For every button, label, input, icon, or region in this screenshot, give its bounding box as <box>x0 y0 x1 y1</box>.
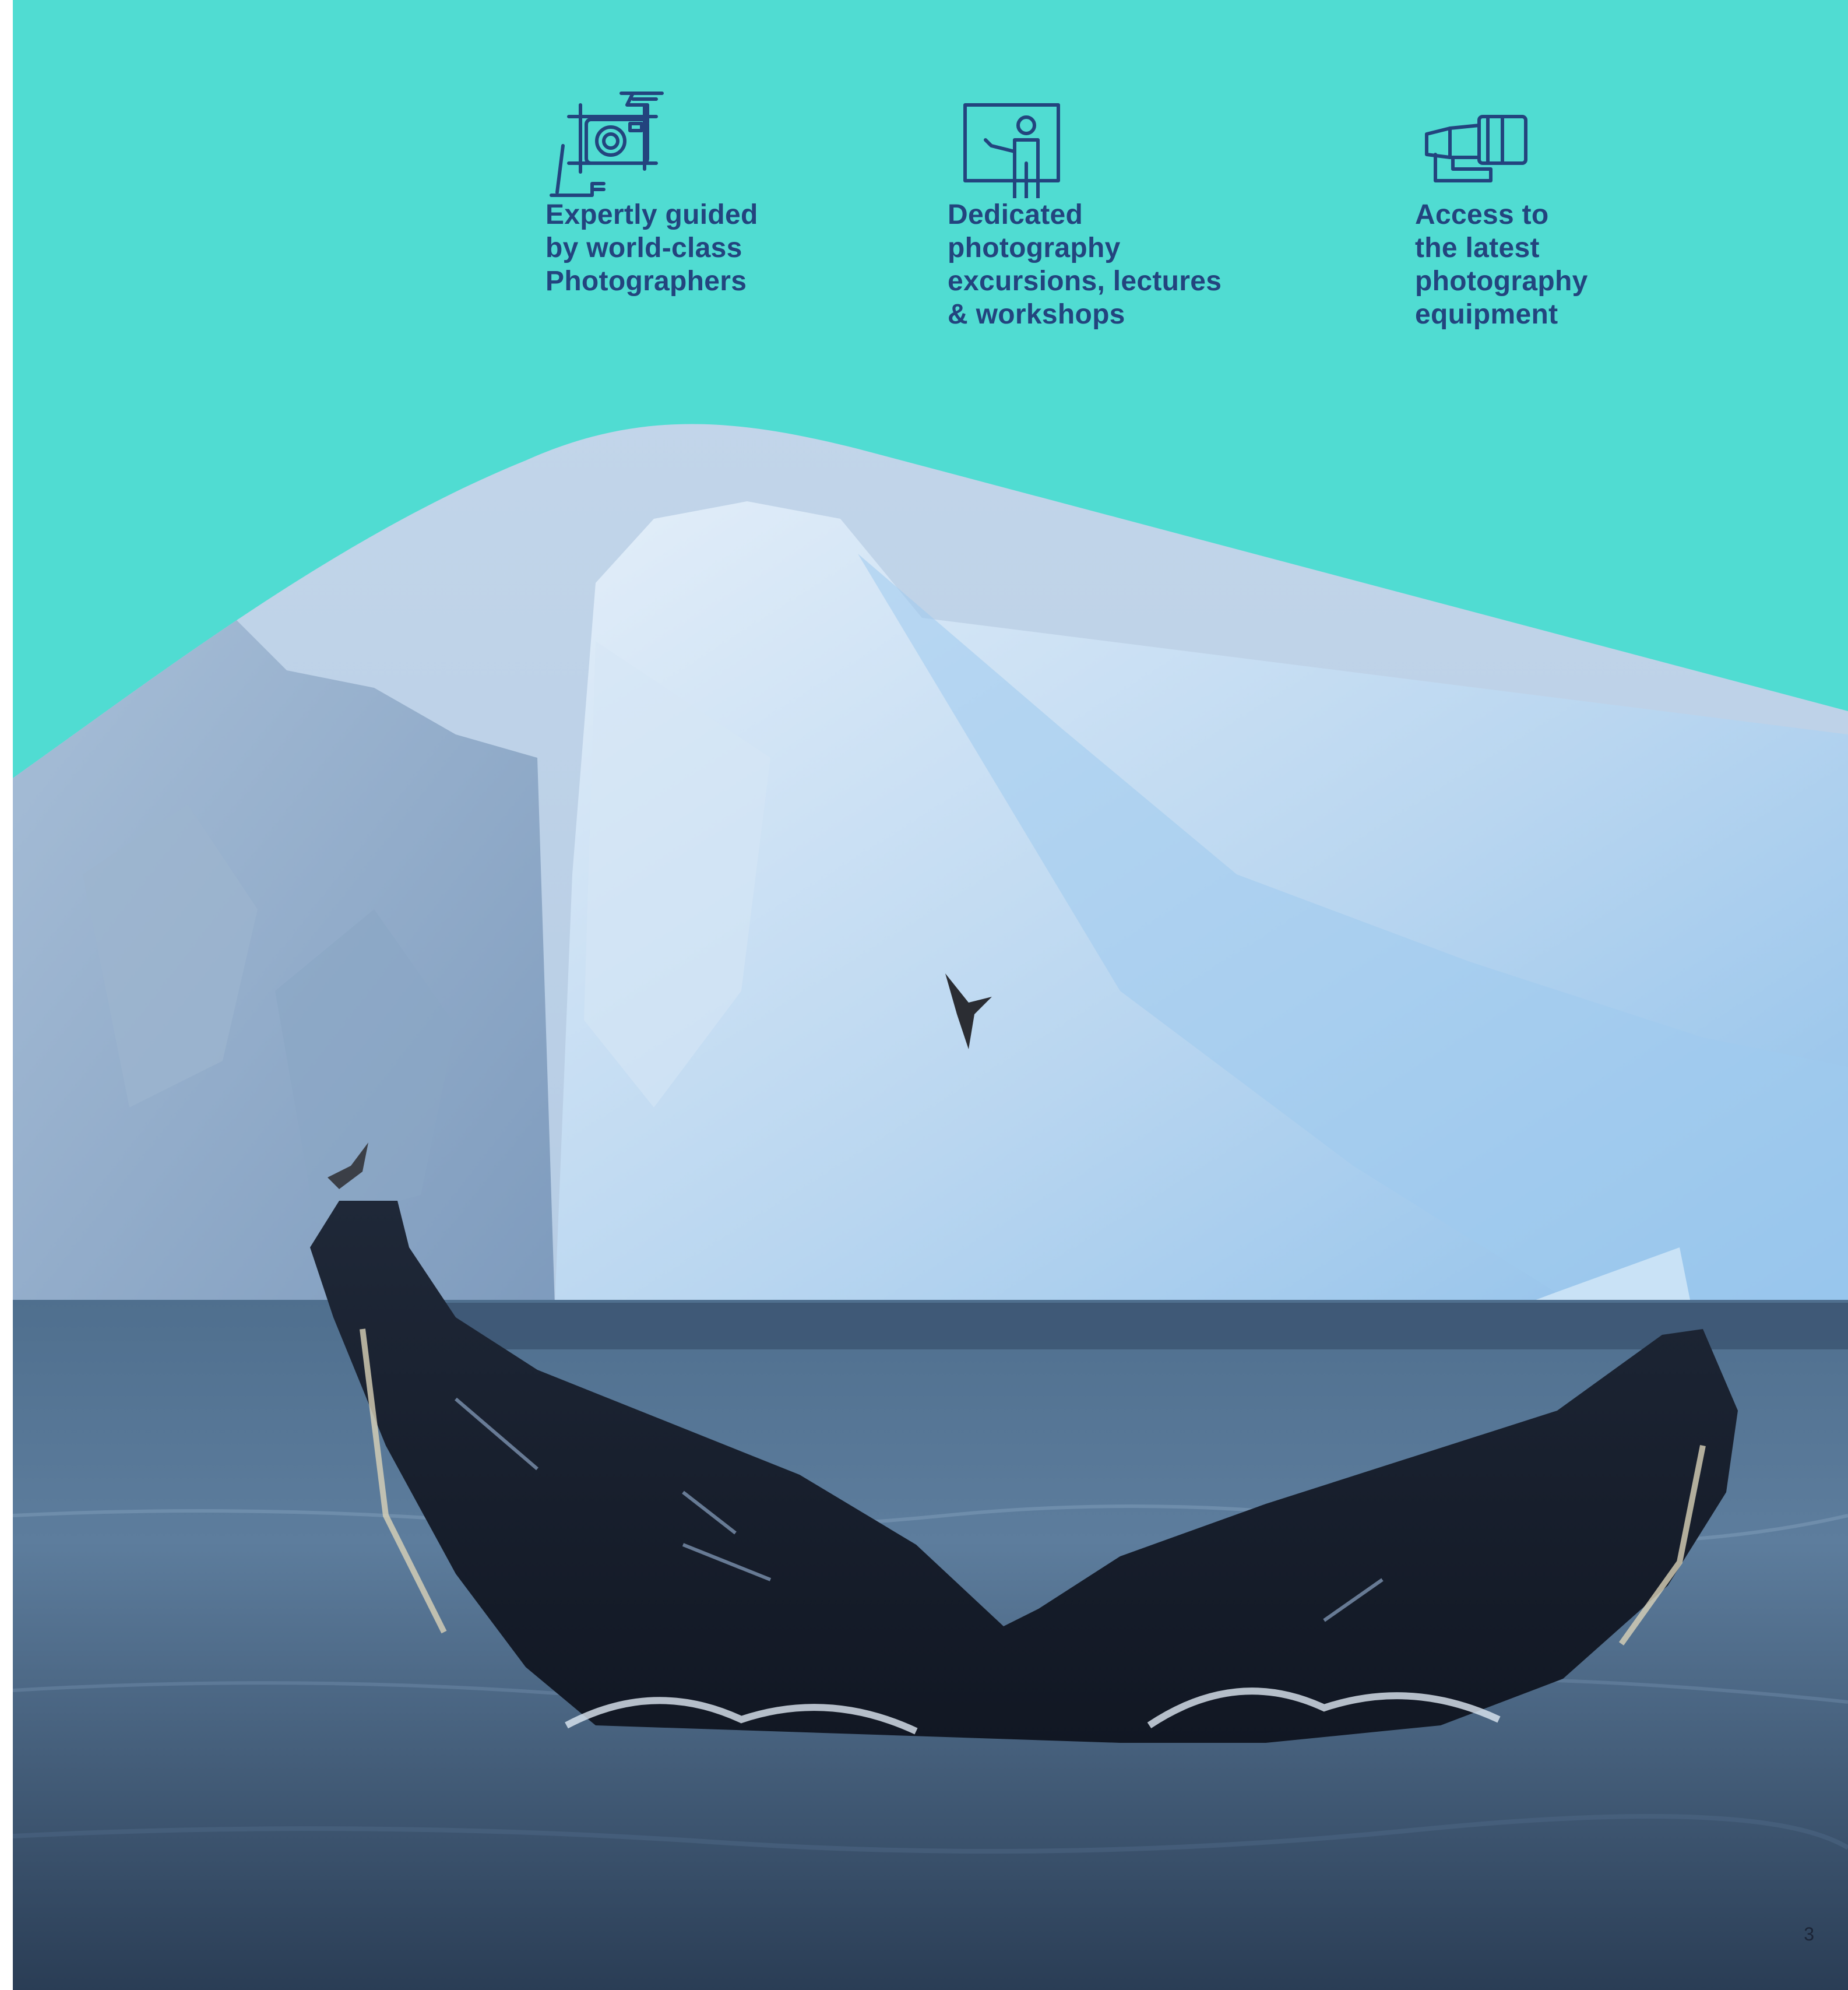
feature-expert-guides: Expertly guided by world-class Photograp… <box>545 82 758 298</box>
presenter-board-icon <box>963 103 1060 198</box>
feature-excursions-lectures: Dedicated photography excursions, lectur… <box>948 82 1222 331</box>
telephoto-lens-icon <box>1425 115 1527 182</box>
feature-label: Access to the latest photography equipme… <box>1415 199 1588 330</box>
page-number: 3 <box>1804 1924 1814 1945</box>
camera-framing-icon <box>550 92 664 197</box>
feature-latest-equipment: Access to the latest photography equipme… <box>1415 82 1588 331</box>
feature-label: Expertly guided by world-class Photograp… <box>545 199 758 297</box>
feature-label: Dedicated photography excursions, lectur… <box>948 199 1222 330</box>
brochure-page: Expertly guided by world-class Photograp… <box>13 0 1848 1990</box>
